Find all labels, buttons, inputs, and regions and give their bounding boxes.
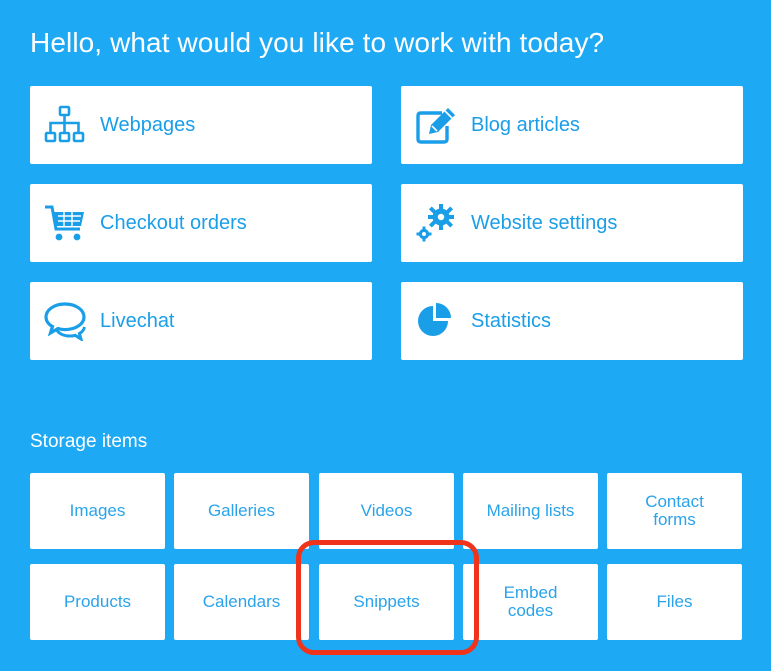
tile-label: Blog articles (471, 114, 580, 136)
storage-items-heading: Storage items (30, 431, 148, 452)
tile-label: Checkout orders (100, 212, 247, 234)
storage-item-label: Calendars (202, 592, 281, 611)
tile-blog-articles[interactable]: Blog articles (401, 86, 743, 164)
storage-item-label: Files (656, 592, 693, 611)
page-heading: Hello, what would you like to work with … (30, 27, 605, 58)
storage-item-calendars[interactable]: Calendars (174, 564, 309, 640)
storage-item-products[interactable]: Products (30, 564, 165, 640)
chat-bubbles-icon (44, 301, 86, 341)
storage-item-mailing-lists[interactable]: Mailing lists (463, 473, 598, 549)
tile-checkout-orders[interactable]: Checkout orders (30, 184, 372, 262)
cart-icon (44, 203, 86, 243)
tile-label: Statistics (471, 310, 552, 332)
tile-label: Website settings (471, 212, 618, 234)
storage-item-label: Images (69, 501, 126, 520)
storage-item-images[interactable]: Images (30, 473, 165, 549)
gears-icon (415, 203, 457, 243)
storage-item-label: Products (63, 592, 132, 611)
storage-item-embed-codes[interactable]: Embed codes (463, 564, 598, 640)
storage-item-label: Snippets (353, 592, 420, 611)
storage-item-label: Galleries (207, 501, 276, 520)
tile-webpages[interactable]: Webpages (30, 86, 372, 164)
edit-icon (415, 105, 457, 145)
storage-item-label: Mailing lists (486, 501, 575, 520)
sitemap-icon (44, 105, 86, 145)
storage-item-snippets[interactable]: Snippets (319, 564, 454, 640)
tile-statistics[interactable]: Statistics (401, 282, 743, 360)
storage-item-label: Embed codes (503, 583, 558, 620)
storage-item-files[interactable]: Files (607, 564, 742, 640)
storage-item-label: Videos (360, 501, 413, 520)
pie-chart-icon (415, 301, 457, 341)
tile-website-settings[interactable]: Website settings (401, 184, 743, 262)
storage-item-contact-forms[interactable]: Contact forms (607, 473, 742, 549)
tile-label: Webpages (100, 114, 196, 136)
storage-item-videos[interactable]: Videos (319, 473, 454, 549)
storage-item-label: Contact forms (645, 492, 704, 529)
tile-livechat[interactable]: Livechat (30, 282, 372, 360)
storage-item-galleries[interactable]: Galleries (174, 473, 309, 549)
tile-label: Livechat (100, 310, 175, 332)
